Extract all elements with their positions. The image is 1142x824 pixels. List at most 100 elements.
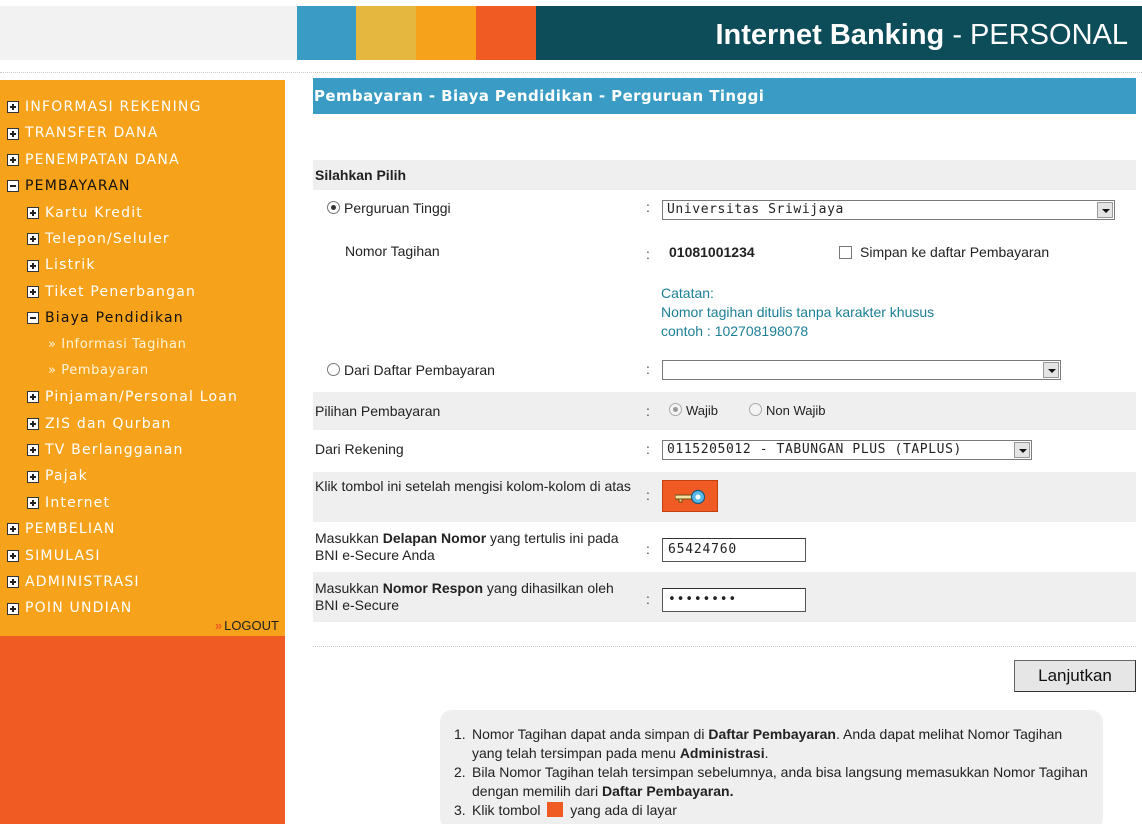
help-number: 1. <box>454 726 466 742</box>
header-color-block <box>476 6 536 60</box>
perguruan-select[interactable]: Universitas Sriwijaya <box>662 200 1115 220</box>
sidebar-item[interactable]: SIMULASI <box>0 543 285 569</box>
chevron-down-icon[interactable] <box>1097 202 1113 218</box>
sidebar-item[interactable]: TV Berlangganan <box>0 437 285 463</box>
rekening-label: Dari Rekening <box>315 441 404 457</box>
expand-icon[interactable] <box>27 497 39 510</box>
expand-icon[interactable] <box>7 549 19 562</box>
expand-icon[interactable] <box>7 602 19 615</box>
expand-icon[interactable] <box>7 101 19 114</box>
arrow-icon: » <box>214 618 223 633</box>
row-nomor-tagihan: Nomor Tagihan : 01081001234 Simpan ke da… <box>313 222 1136 348</box>
daftar-select[interactable] <box>662 360 1061 380</box>
help-number: 3. <box>454 802 466 818</box>
expand-icon[interactable] <box>7 576 19 589</box>
delapan-label: Masukkan Delapan Nomor yang tertulis ini… <box>315 530 640 564</box>
expand-icon[interactable] <box>27 259 39 272</box>
sidebar-item[interactable]: Pinjaman/Personal Loan <box>0 384 285 410</box>
klik-label: Klik tombol ini setelah mengisi kolom-ko… <box>315 478 631 494</box>
sidebar-item[interactable]: Internet <box>0 490 285 516</box>
sidebar-item-label: Telepon/Seluler <box>45 230 170 247</box>
rekening-select[interactable]: 0115205012 - TABUNGAN PLUS (TAPLUS) <box>662 440 1032 460</box>
daftar-label: Dari Daftar Pembayaran <box>344 362 495 378</box>
help-text: Nomor Tagihan dapat anda simpan di <box>472 726 709 742</box>
simpan-option[interactable]: Simpan ke daftar Pembayaran <box>839 244 1049 260</box>
sidebar-item[interactable]: Pajak <box>0 463 285 489</box>
catatan-line: contoh : 102708198078 <box>661 323 809 339</box>
help-text-bold: Daftar Pembayaran <box>708 726 836 742</box>
chevron-down-icon[interactable] <box>1014 442 1030 458</box>
sidebar-item-label: Internet <box>45 494 111 511</box>
expand-icon[interactable] <box>27 417 39 430</box>
delapan-nomor-field[interactable]: 65424760 <box>662 538 806 562</box>
sidebar-item[interactable]: ADMINISTRASI <box>0 569 285 595</box>
expand-icon[interactable] <box>27 206 39 219</box>
radio-daftar[interactable] <box>327 363 340 376</box>
lanjutkan-button[interactable]: Lanjutkan <box>1014 660 1136 692</box>
sidebar-footer-block <box>0 636 285 824</box>
perguruan-option[interactable]: Perguruan Tinggi <box>327 200 451 217</box>
help-text: Bila Nomor Tagihan telah tersimpan sebel… <box>472 764 1088 799</box>
sidebar-item[interactable]: » Informasi Tagihan <box>0 332 285 358</box>
sidebar-item[interactable]: Listrik <box>0 252 285 278</box>
pilihan-label: Pilihan Pembayaran <box>315 403 441 419</box>
row-daftar: Dari Daftar Pembayaran : <box>313 348 1136 388</box>
expand-icon[interactable] <box>7 127 19 140</box>
row-rekening: Dari Rekening : 0115205012 - TABUNGAN PL… <box>313 430 1136 470</box>
help-item: 3. Klik tombol yang ada di layar <box>454 801 1091 820</box>
respon-label-pre: Masukkan <box>315 580 383 596</box>
nonwajib-option[interactable]: Non Wajib <box>749 403 825 418</box>
collapse-icon[interactable] <box>27 312 39 325</box>
sidebar-item[interactable]: PEMBAYARAN <box>0 173 285 199</box>
sidebar-item[interactable]: ZIS dan Qurban <box>0 411 285 437</box>
sidebar-item[interactable]: INFORMASI REKENING <box>0 94 285 120</box>
daftar-option[interactable]: Dari Daftar Pembayaran <box>327 362 495 379</box>
app-title-bold: Internet Banking <box>715 19 945 51</box>
colon: : <box>646 487 650 503</box>
collapse-icon[interactable] <box>7 180 19 193</box>
radio-nonwajib[interactable] <box>749 403 762 416</box>
simpan-checkbox[interactable] <box>839 246 852 259</box>
colon: : <box>646 591 650 607</box>
row-pilihan: Pilihan Pembayaran : Wajib Non Wajib <box>313 392 1136 430</box>
sidebar-item[interactable]: PEMBELIAN <box>0 516 285 542</box>
sidebar-item[interactable]: TRANSFER DANA <box>0 120 285 146</box>
sidebar-item[interactable]: Telepon/Seluler <box>0 226 285 252</box>
colon: : <box>646 441 650 457</box>
colon: : <box>646 541 650 557</box>
delapan-label-pre: Masukkan <box>315 530 383 546</box>
expand-icon[interactable] <box>7 153 19 166</box>
sidebar-item[interactable]: PENEMPATAN DANA <box>0 147 285 173</box>
sidebar-item-label: ZIS dan Qurban <box>45 415 172 432</box>
catatan-title: Catatan: <box>661 285 714 301</box>
expand-icon[interactable] <box>27 391 39 404</box>
help-number: 2. <box>454 764 466 780</box>
nomor-respon-field[interactable]: •••••••• <box>662 588 806 612</box>
help-text-bold: Daftar Pembayaran. <box>601 783 734 799</box>
sidebar-item[interactable]: Kartu Kredit <box>0 200 285 226</box>
sidebar-item[interactable]: Biaya Pendidikan <box>0 305 285 331</box>
sidebar-item[interactable]: » Pembayaran <box>0 358 285 384</box>
respon-label-bold: Nomor Respon <box>382 580 484 596</box>
generate-key-button[interactable] <box>662 480 718 512</box>
sidebar-item-label: INFORMASI REKENING <box>25 99 202 115</box>
main-content: Pembayaran - Biaya Pendidikan - Pergurua… <box>313 78 1136 622</box>
simpan-label: Simpan ke daftar Pembayaran <box>860 244 1050 260</box>
sidebar-item-label: Pinjaman/Personal Loan <box>45 389 239 406</box>
wajib-option[interactable]: Wajib <box>669 403 718 418</box>
nomor-tagihan-value: 01081001234 <box>669 244 755 260</box>
radio-wajib[interactable] <box>669 403 682 416</box>
radio-perguruan[interactable] <box>327 201 340 214</box>
logo-area <box>0 6 297 60</box>
expand-icon[interactable] <box>27 470 39 483</box>
expand-icon[interactable] <box>27 233 39 246</box>
expand-icon[interactable] <box>27 285 39 298</box>
help-text: yang ada di layar <box>566 802 677 818</box>
expand-icon[interactable] <box>7 523 19 536</box>
sidebar-item-label: TRANSFER DANA <box>25 125 159 142</box>
sidebar-item[interactable]: Tiket Penerbangan <box>0 279 285 305</box>
expand-icon[interactable] <box>27 444 39 457</box>
row-klik: Klik tombol ini setelah mengisi kolom-ko… <box>313 472 1136 522</box>
chevron-down-icon[interactable] <box>1043 362 1059 378</box>
logout-link[interactable]: » LOGOUT <box>215 618 279 633</box>
